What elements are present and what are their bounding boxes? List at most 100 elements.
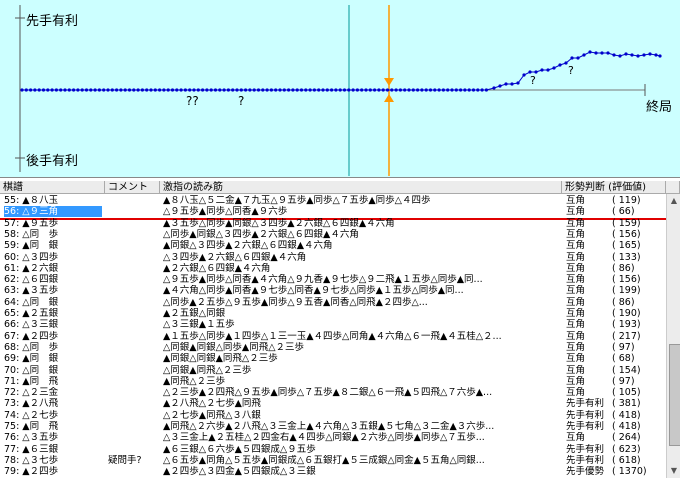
evaluation-point [420, 88, 424, 92]
table-row[interactable]: 60: △３四歩 △３四歩▲２六銀△６四銀▲４六角 互角 ( 133) [0, 252, 666, 263]
header-comment[interactable]: コメント [105, 181, 160, 194]
scroll-down-icon[interactable]: ▼ [669, 466, 679, 476]
move-cell: 67: ▲２四歩 [4, 330, 59, 342]
table-row[interactable]: 79: ▲２四歩 ▲２四歩△３四金▲５四銀成△３三銀 先手優勢 ( 1370) [0, 466, 666, 477]
table-row[interactable]: 59: ▲同 銀 ▲同銀△３四歩▲２六銀△６四銀▲４六角 互角 ( 165) [0, 240, 666, 251]
table-row[interactable]: 75: ▲同 飛 ▲同飛△２六歩▲２八飛△３三金上▲４六角△３五銀▲５七角△３二金… [0, 421, 666, 432]
table-row[interactable]: 63: ▲３五歩 ▲４六角△同歩▲同香▲９七歩△同香▲９七歩△同歩▲１五歩△同歩▲… [0, 285, 666, 296]
eval-value-cell: ( 66) [612, 206, 635, 218]
evaluation-point [351, 88, 355, 92]
evaluation-point [522, 73, 526, 77]
table-row[interactable]: 77: ▲６三銀 ▲６三銀△６六歩▲５四銀成△９五歩 先手有利 ( 623) [0, 444, 666, 455]
evaluation-point [106, 88, 110, 92]
evaluation-point [459, 88, 463, 92]
evaluation-point [510, 82, 514, 86]
scroll-thumb[interactable] [669, 344, 680, 446]
graph-canvas[interactable] [0, 0, 680, 177]
table-row[interactable]: 64: △同 銀 △同歩▲２五歩△９五歩▲同歩△９五香▲同香△同飛▲２四歩△...… [0, 297, 666, 308]
evaluation-point [636, 54, 640, 58]
table-row[interactable]: 57: ▲９五歩 ▲３五歩△同歩▲同銀△３四歩▲２六銀△６四銀▲４六角 互角 ( 15… [0, 218, 666, 229]
move-cell: 77: ▲６三銀 [4, 443, 59, 455]
table-row[interactable]: 78: △３七歩 疑問手? △６五歩▲同角△５五歩▲同銀成△６五銀打▲５三成銀△同金… [0, 455, 666, 466]
eval-value-cell: ( 154) [612, 364, 641, 376]
evaluation-point [89, 88, 93, 92]
evaluation-point [552, 66, 556, 70]
move-cell: 68: △同 歩 [4, 341, 59, 353]
judgement-cell: 互角 [566, 330, 586, 342]
table-row[interactable]: 72: △２三金 △２三歩▲２四飛△９五歩▲同歩△７五歩▲８二銀△６一飛▲５四飛△… [0, 387, 666, 398]
evaluation-point [658, 54, 662, 58]
table-row[interactable]: 61: ▲２六銀 ▲２六銀△６四銀▲４六角 互角 ( 86) [0, 263, 666, 274]
move-cell: 72: △２三金 [4, 387, 59, 399]
reading-line-cell: △同銀▲同銀△同歩▲同飛△２三歩 [163, 341, 305, 353]
reading-line-cell: △３四歩▲２六銀△６四銀▲４六角 [163, 251, 307, 263]
header-move[interactable]: 棋譜 [0, 181, 105, 194]
evaluation-point [256, 88, 261, 92]
table-row[interactable]: 73: ▲２八飛 ▲２八飛△２七歩▲同飛 先手有利 ( 381) [0, 398, 666, 409]
eval-value-cell: ( 68) [612, 353, 635, 365]
eval-value-cell: ( 199) [612, 285, 641, 297]
eval-value-cell: ( 193) [612, 319, 641, 331]
evaluation-point [67, 88, 71, 92]
evaluation-point [299, 88, 304, 92]
evaluation-point [330, 88, 334, 92]
evaluation-point [170, 88, 175, 92]
evaluation-point [218, 88, 222, 92]
evaluation-point [201, 88, 205, 92]
evaluation-point [338, 88, 342, 92]
table-row[interactable]: 74: △２七歩 △２七歩▲同飛△３八銀 先手有利 ( 418) [0, 410, 666, 421]
reading-line-cell: ▲同飛△２三歩 [163, 375, 226, 387]
reading-line-cell: ▲同銀△同銀▲同飛△２三歩 [163, 353, 278, 365]
table-row[interactable]: 66: △３三銀 △３三銀▲１五歩 互角 ( 193) [0, 319, 666, 330]
judgement-cell: 先手有利 [566, 454, 605, 466]
label-game-end: 終局 [646, 100, 673, 115]
move-cell: 58: △同 歩 [4, 228, 59, 240]
table-row[interactable]: 68: △同 歩 △同銀▲同銀△同歩▲同飛△２三歩 互角 ( 97) [0, 342, 666, 353]
evaluation-point [46, 88, 50, 92]
table-row[interactable]: 55: ▲８八玉 ▲８八玉△５二金▲７九玉△９五歩▲同歩△７五歩▲同歩△４四歩 互角… [0, 195, 666, 206]
judgement-cell: 互角 [566, 375, 586, 387]
evaluation-graph[interactable]: 先手有利 後手有利 終局 ?? ? ? ? [0, 0, 680, 178]
move-cell: 70: △同 銀 [4, 364, 59, 376]
move-cell: 61: ▲２六銀 [4, 262, 59, 274]
evaluation-point [37, 88, 41, 92]
table-row[interactable]: 69: ▲同 銀 ▲同銀△同銀▲同飛△２三歩 互角 ( 68) [0, 353, 666, 364]
move-cell: 56: △９三角 [4, 206, 102, 218]
table-row[interactable]: 65: ▲２五銀 ▲２五銀△同銀 互角 ( 190) [0, 308, 666, 319]
reading-line-cell: ▲２八飛△２七歩▲同飛 [163, 398, 261, 410]
table-row[interactable]: 76: △３五歩 △３三金上▲２五桂△２四金右▲４四歩△同銀▲２六歩△同歩▲同歩△… [0, 432, 666, 443]
vertical-scrollbar[interactable]: ▲ ▼ [666, 194, 680, 478]
eval-value-cell: ( 86) [612, 262, 635, 274]
eval-value-cell: ( 623) [612, 443, 641, 455]
evaluation-point [102, 88, 106, 92]
table-row[interactable]: 71: ▲同 飛 ▲同飛△２三歩 互角 ( 97) [0, 376, 666, 387]
eval-value-cell: ( 119) [612, 195, 641, 206]
evaluation-point [132, 88, 136, 92]
table-row[interactable]: 67: ▲２四歩 ▲１五歩△同歩▲１四歩△１三一玉▲４四歩△同角▲４六角△６一飛▲… [0, 331, 666, 342]
judgement-cell: 互角 [566, 206, 586, 218]
table-row[interactable]: 62: △６四銀 △９五歩▲同歩△同香▲４六角△９九香▲９七歩△９二飛▲１五歩△同… [0, 274, 666, 285]
move-cell: 78: △３七歩 [4, 454, 59, 466]
judgement-cell: 互角 [566, 195, 586, 206]
judgement-cell: 互角 [566, 296, 586, 308]
reading-line-cell: △同銀▲同飛△２三歩 [163, 364, 252, 376]
evaluation-point [373, 88, 377, 92]
table-row[interactable]: 56: △９三角 △９五歩▲同歩△同香▲９六歩 互角 ( 66) [0, 206, 666, 218]
header-judgement[interactable]: 形勢判断 (評価値) [562, 181, 666, 194]
evaluation-point [123, 88, 127, 92]
reading-line-cell: △２七歩▲同飛△３八銀 [163, 409, 261, 421]
evaluation-point [93, 88, 97, 92]
judgement-cell: 互角 [566, 432, 586, 444]
evaluation-point [239, 88, 243, 92]
eval-value-cell: ( 156) [612, 228, 641, 240]
table-row[interactable]: 70: △同 銀 △同銀▲同飛△２三歩 互角 ( 154) [0, 365, 666, 376]
evaluation-point [312, 88, 316, 92]
evaluation-point [158, 88, 162, 92]
header-reading-line[interactable]: 激指の読み筋 [160, 181, 562, 194]
evaluation-point [377, 88, 381, 92]
evaluation-point [492, 86, 496, 90]
reading-line-cell: △３三金上▲２五桂△２四金右▲４四歩△同銀▲２六歩△同歩▲同歩△７五歩... [163, 432, 485, 444]
scroll-up-icon[interactable]: ▲ [669, 196, 679, 206]
table-row[interactable]: 58: △同 歩 △同歩▲同銀△３四歩▲２六銀△６四銀▲４六角 互角 ( 156) [0, 229, 666, 240]
evaluation-point [325, 88, 329, 92]
